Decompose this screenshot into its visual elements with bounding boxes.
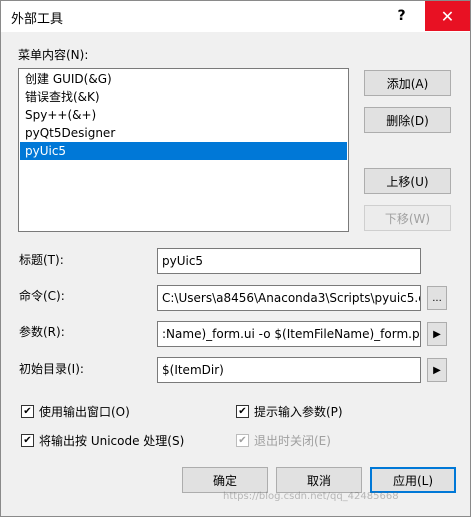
check-icon[interactable]: ✔ <box>21 405 34 418</box>
treat-output-unicode-checkbox[interactable]: ✔ 将输出按 Unicode 处理(S) <box>21 432 184 449</box>
list-item[interactable]: Spy++(&+) <box>20 106 347 124</box>
move-down-button[interactable]: 下移(W) <box>364 205 451 231</box>
cancel-button[interactable]: 取消 <box>276 467 362 493</box>
arguments-field[interactable]: :Name)_form.ui -o $(ItemFileName)_form.p… <box>157 321 421 347</box>
command-field[interactable]: C:\Users\a8456\Anaconda3\Scripts\pyuic5.… <box>157 285 421 311</box>
command-label: 命令(C): <box>19 289 65 303</box>
menu-contents-label: 菜单内容(N): <box>18 48 89 62</box>
title-label: 标题(T): <box>19 253 64 267</box>
close-on-exit-label: 退出时关闭(E) <box>254 434 331 448</box>
close-button[interactable]: ✕ <box>425 1 470 31</box>
list-item[interactable]: pyQt5Designer <box>20 124 347 142</box>
menu-contents-list[interactable]: 创建 GUID(&G) 错误查找(&K) Spy++(&+) pyQt5Desi… <box>18 68 349 232</box>
use-output-window-label: 使用输出窗口(O) <box>39 405 130 419</box>
initial-directory-label: 初始目录(I): <box>19 362 84 376</box>
watermark: https://blog.csdn.net/qq_42485668 <box>223 491 399 502</box>
title-field[interactable]: pyUic5 <box>157 248 421 274</box>
window-title: 外部工具 <box>11 12 64 27</box>
close-on-exit-checkbox[interactable]: ✔ 退出时关闭(E) <box>236 432 331 449</box>
browse-button[interactable]: ... <box>427 286 447 310</box>
arguments-menu-arrow-icon[interactable]: ▶ <box>427 322 447 346</box>
initial-directory-field[interactable]: $(ItemDir) <box>157 357 421 383</box>
prompt-arguments-checkbox[interactable]: ✔ 提示输入参数(P) <box>236 403 343 420</box>
ok-button[interactable]: 确定 <box>182 467 268 493</box>
use-output-window-checkbox[interactable]: ✔ 使用输出窗口(O) <box>21 403 130 420</box>
list-item[interactable]: 错误查找(&K) <box>20 88 347 106</box>
prompt-arguments-label: 提示输入参数(P) <box>254 405 343 419</box>
check-icon[interactable]: ✔ <box>236 434 249 447</box>
list-item[interactable]: 创建 GUID(&G) <box>20 70 347 88</box>
move-up-button[interactable]: 上移(U) <box>364 168 451 194</box>
check-icon[interactable]: ✔ <box>236 405 249 418</box>
initial-directory-menu-arrow-icon[interactable]: ▶ <box>427 358 447 382</box>
check-icon[interactable]: ✔ <box>21 434 34 447</box>
delete-button[interactable]: 删除(D) <box>364 107 451 133</box>
apply-button[interactable]: 应用(L) <box>370 467 456 493</box>
help-button[interactable]: ? <box>379 1 424 31</box>
arguments-label: 参数(R): <box>19 325 65 339</box>
treat-output-unicode-label: 将输出按 Unicode 处理(S) <box>39 434 185 448</box>
list-item-selected[interactable]: pyUic5 <box>20 142 347 160</box>
external-tools-dialog: 外部工具 ? ✕ 菜单内容(N): 创建 GUID(&G) 错误查找(&K) S… <box>0 0 471 517</box>
add-button[interactable]: 添加(A) <box>364 70 451 96</box>
title-bar: 外部工具 ? ✕ <box>1 1 470 32</box>
